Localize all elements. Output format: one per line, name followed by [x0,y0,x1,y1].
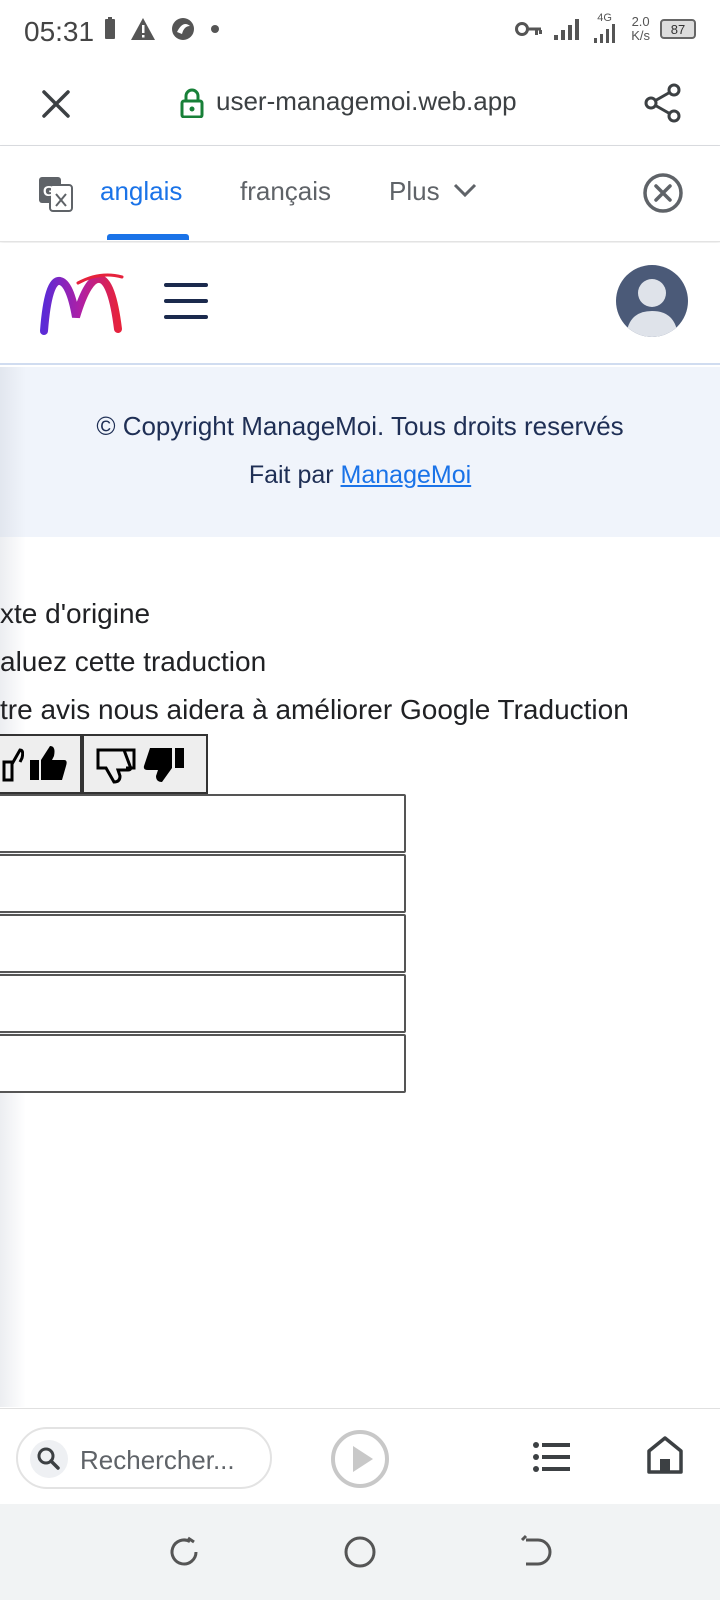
google-translate-icon: G [39,177,73,212]
thumbs-up-outline-icon [2,748,24,782]
network-label: 4G [597,12,612,24]
made-by-prefix: Fait par [248,461,341,489]
user-avatar-icon[interactable] [616,265,688,337]
network-speed: 2.0 K/s [631,15,650,43]
home-nav-icon[interactable] [342,1534,378,1570]
app-notification-icon [172,18,194,40]
list-icon[interactable] [532,1439,572,1475]
warning-icon [131,18,155,40]
managemoi-logo[interactable] [38,269,124,339]
url-bar: user-managemoi.web.app [0,64,720,146]
share-icon[interactable] [642,82,684,124]
speed-unit: K/s [631,28,650,43]
feedback-note-text: tre avis nous aidera à améliorer Google … [0,694,629,725]
dot-icon [211,25,219,33]
speed-value: 2.0 [631,14,650,29]
thumbs-up-icon [30,746,67,780]
close-circle-icon[interactable] [642,172,684,214]
back-icon[interactable] [518,1534,554,1570]
made-by: Fait par ManageMoi [0,461,720,490]
signal-2-icon [594,24,616,43]
home-icon[interactable] [646,1435,684,1475]
thumbs-down-outline-icon [96,748,136,784]
close-icon[interactable] [38,86,74,122]
search-input[interactable]: Rechercher... [16,1427,272,1489]
thumbs-down-icon [143,748,184,782]
battery-small-icon [105,17,115,39]
tab-plus-label: Plus [389,176,440,206]
feedback-option-2[interactable] [0,854,406,913]
status-bar: 05:31 4G 2.0 K/s 87 [0,0,720,64]
managemoi-link[interactable]: ManageMoi [341,461,472,489]
rating-buttons [0,734,208,794]
search-icon [30,1440,68,1478]
footer-copyright: © Copyright ManageMoi. Tous droits reser… [0,367,720,537]
battery-indicator: 87 [660,19,696,39]
network-type: 4G [593,12,621,44]
page-header [0,243,720,365]
tab-anglais[interactable]: anglais [100,176,182,207]
translate-bar: G anglais français Plus [0,146,720,242]
status-left-icons [104,16,220,42]
battery-level: 87 [670,21,686,37]
svg-text:G: G [43,183,55,200]
chevron-down-icon [453,183,476,198]
lock-icon [180,88,204,118]
feedback-option-4[interactable] [0,974,406,1033]
thumbs-down-button[interactable] [82,734,208,794]
recents-icon[interactable] [166,1534,202,1570]
rate-translation-text: aluez cette traduction [0,646,267,677]
hamburger-icon[interactable] [164,279,210,323]
feedback-option-5[interactable] [0,1034,406,1093]
url-text[interactable]: user-managemoi.web.app [216,86,517,117]
tab-plus[interactable]: Plus [389,176,476,207]
bottom-toolbar: Rechercher... [0,1408,720,1504]
search-placeholder: Rechercher... [80,1445,235,1475]
play-icon[interactable] [330,1429,390,1489]
key-icon [515,22,543,36]
copyright-text: © Copyright ManageMoi. Tous droits reser… [96,411,624,441]
status-time: 05:31 [24,16,95,47]
active-tab-indicator [107,234,189,240]
status-right-icons: 4G 2.0 K/s 87 [515,12,696,44]
system-nav-bar [0,1504,720,1600]
original-text-link[interactable]: xte d'origine [0,598,150,630]
tab-francais[interactable]: français [240,176,331,207]
thumbs-up-button[interactable] [0,734,82,794]
feedback-option-1[interactable] [0,794,406,853]
signal-icon [554,19,580,40]
feedback-option-3[interactable] [0,914,406,973]
